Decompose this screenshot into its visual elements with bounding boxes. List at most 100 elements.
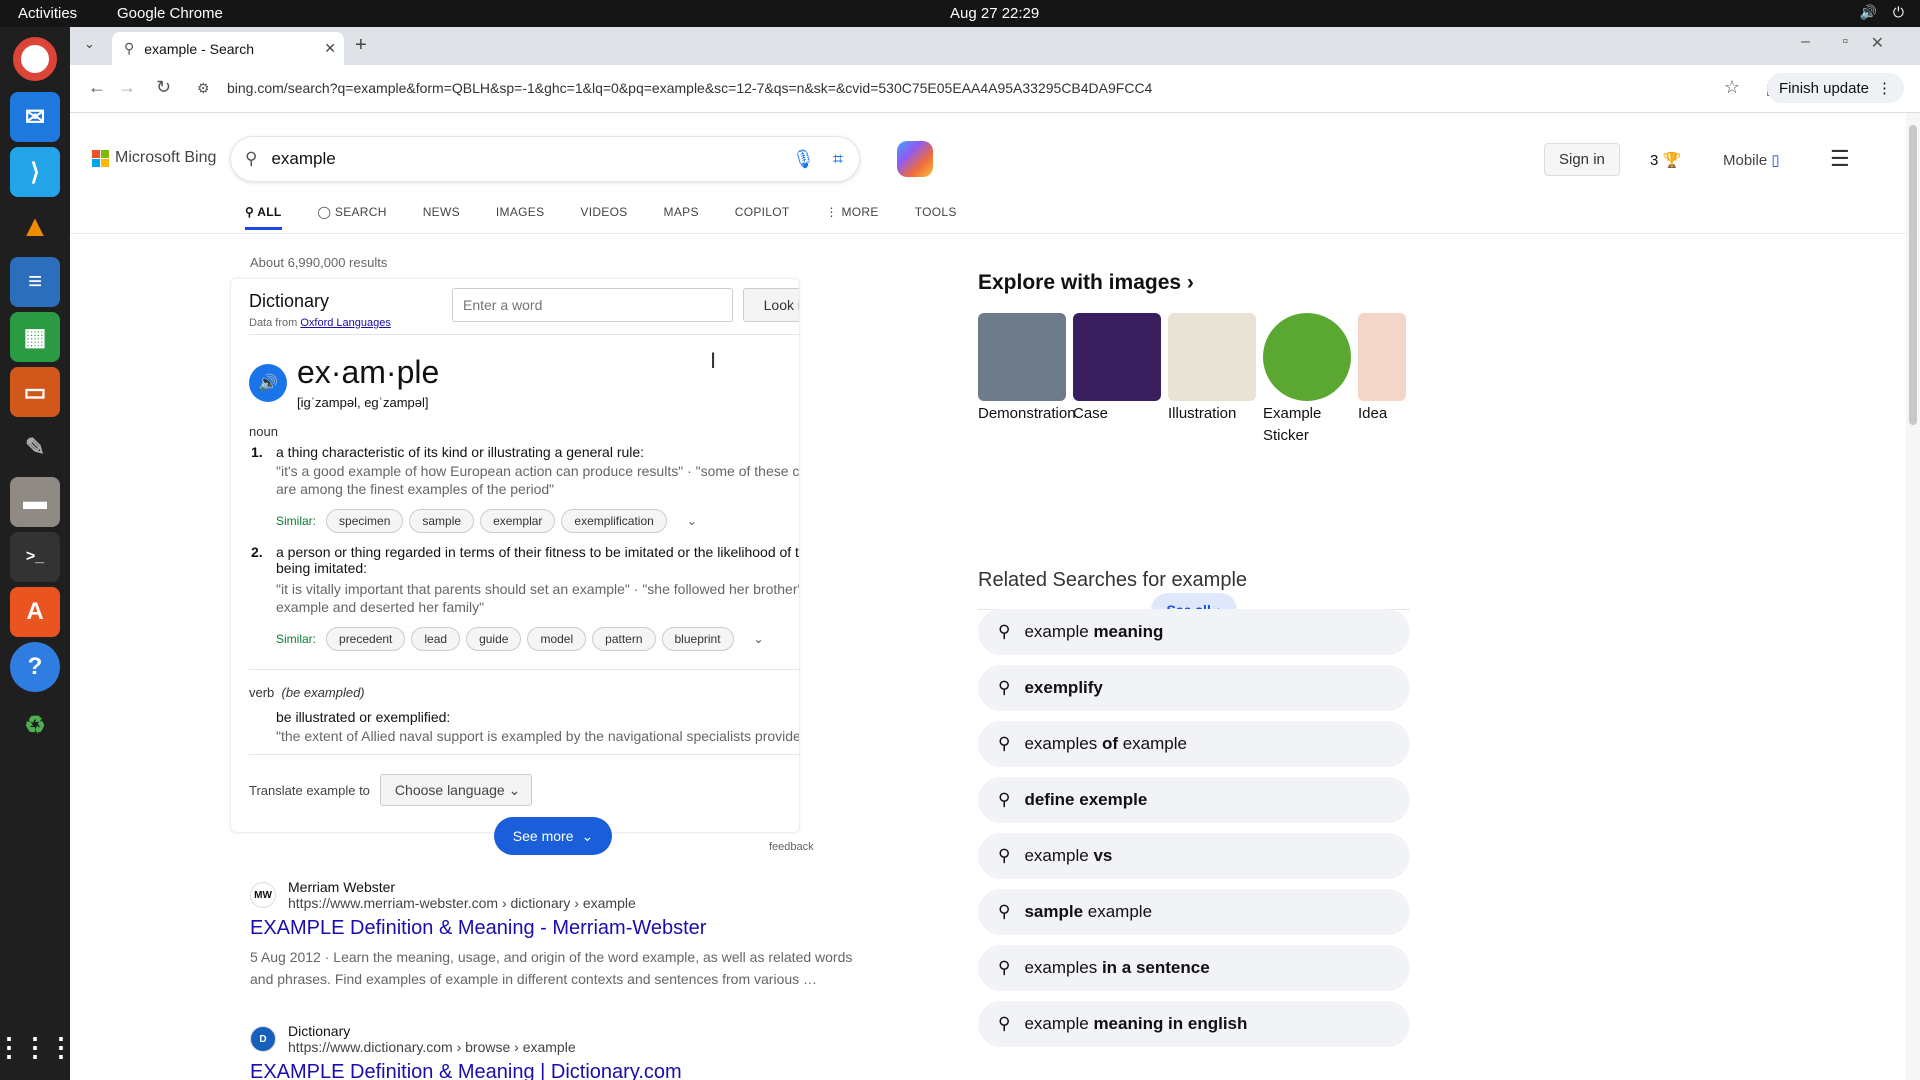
chevron-down-icon[interactable]: ⌄ [687, 514, 697, 528]
chrome-icon[interactable] [13, 37, 57, 81]
image-tile[interactable]: Illustration [1168, 313, 1256, 447]
finish-update-button[interactable]: Finish update ⋮ [1766, 73, 1904, 103]
thunderbird-icon[interactable]: ✉ [10, 92, 60, 142]
similar-chip[interactable]: exemplification [561, 509, 667, 533]
sign-in-button[interactable]: Sign in [1544, 143, 1620, 176]
tab-videos[interactable]: VIDEOS [580, 205, 627, 230]
bookmark-star-icon[interactable]: ☆ [1724, 77, 1740, 98]
search-input[interactable]: example [271, 149, 335, 169]
gimp-icon[interactable]: ✎ [10, 422, 60, 472]
files-icon[interactable]: ▬ [10, 477, 60, 527]
new-tab-icon[interactable]: + [355, 34, 367, 57]
site-info-icon[interactable]: ⚙ [197, 80, 210, 97]
similar-chip[interactable]: precedent [326, 627, 406, 651]
similar-chip[interactable]: guide [466, 627, 522, 651]
tab-tools[interactable]: TOOLS [915, 205, 957, 230]
reload-icon[interactable]: ↻ [156, 77, 171, 98]
similar-chip[interactable]: pattern [592, 627, 656, 651]
similar-chip[interactable]: exemplar [480, 509, 556, 533]
microphone-icon[interactable]: 🎙 [792, 149, 815, 170]
tab-images[interactable]: IMAGES [496, 205, 544, 230]
copilot-icon[interactable] [897, 141, 933, 177]
related-search-item[interactable]: ⚲ define exemple [978, 777, 1410, 823]
writer-icon[interactable]: ≡ [10, 257, 60, 307]
result-title-link[interactable]: EXAMPLE Definition & Meaning - Merriam-W… [250, 917, 870, 940]
see-more-button[interactable]: See more ⌄ [494, 817, 612, 855]
related-search-item[interactable]: ⚲ example meaning [978, 609, 1410, 655]
calc-icon[interactable]: ▦ [10, 312, 60, 362]
word-input[interactable] [452, 288, 733, 322]
image-tile[interactable]: Demonstration [978, 313, 1076, 447]
tab-news[interactable]: NEWS [423, 205, 460, 230]
related-search-item[interactable]: ⚲ example vs [978, 833, 1410, 879]
explore-images-panel: Explore with images › Demonstration Case… [978, 271, 1418, 627]
related-search-item[interactable]: ⚲ examples in a sentence [978, 945, 1410, 991]
help-icon[interactable]: ? [10, 642, 60, 692]
close-window-icon[interactable]: ✕ [1871, 33, 1884, 53]
similar-chip[interactable]: specimen [326, 509, 404, 533]
result-title-link[interactable]: EXAMPLE Definition & Meaning | Dictionar… [250, 1061, 870, 1080]
address-bar[interactable]: bing.com/search?q=example&form=QBLH&sp=-… [227, 80, 1152, 96]
back-icon[interactable]: ← [88, 77, 106, 98]
image-tile[interactable]: Idea [1358, 313, 1406, 447]
bing-logo[interactable]: Microsoft Bing [92, 149, 216, 167]
tab-more[interactable]: ⋮ MORE [826, 205, 879, 230]
tab-all[interactable]: ⚲ ALL [245, 205, 282, 230]
result-url[interactable]: https://www.dictionary.com › browse › ex… [288, 1039, 576, 1055]
forward-icon[interactable]: → [118, 77, 136, 98]
activities-button[interactable]: Activities [18, 5, 77, 22]
search-box[interactable]: ⚲ example 🎙 ⌗ [230, 136, 860, 182]
impress-icon[interactable]: ▭ [10, 367, 60, 417]
related-search-item[interactable]: ⚲ exemplify [978, 665, 1410, 711]
tab-copilot[interactable]: COPILOT [735, 205, 790, 230]
similar-chip[interactable]: lead [411, 627, 461, 651]
look-it-up-button[interactable]: Look it up [743, 288, 799, 322]
related-search-item[interactable]: ⚲ sample example [978, 889, 1410, 935]
divider [70, 233, 1906, 234]
maximize-icon[interactable]: ▫ [1842, 33, 1848, 51]
vscode-icon[interactable]: ⟩ [10, 147, 60, 197]
similar-chip[interactable]: blueprint [661, 627, 734, 651]
power-icon[interactable]: ⏻ [1893, 4, 1904, 21]
tab-list-icon[interactable]: ⌄ [84, 36, 95, 52]
scrollbar-thumb[interactable] [1909, 125, 1917, 425]
feedback-link[interactable]: feedback [769, 841, 814, 853]
menu-icon[interactable]: ☰ [1830, 146, 1850, 172]
tab-active[interactable]: ⚲ example - Search ✕ [112, 32, 344, 65]
language-select[interactable]: Choose language ⌄ [379, 774, 532, 806]
volume-icon[interactable]: 🔊 [1859, 4, 1876, 21]
close-tab-icon[interactable]: ✕ [324, 40, 336, 57]
speaker-icon[interactable]: 🔊 [249, 364, 287, 402]
system-tray[interactable]: 🔊 ⏻ [1859, 4, 1904, 21]
app-center-icon[interactable]: A [10, 587, 60, 637]
image-thumbnail [978, 313, 1066, 401]
terminal-icon[interactable]: >_ [10, 532, 60, 582]
related-search-item[interactable]: ⚲ example meaning in english [978, 1001, 1410, 1047]
related-search-item[interactable]: ⚲ examples of example [978, 721, 1410, 767]
trash-icon[interactable]: ♻ [10, 700, 60, 750]
image-tile[interactable]: Case [1073, 313, 1161, 447]
page-scrollbar[interactable] [1906, 113, 1920, 1080]
rewards-badge[interactable]: 3 🏆 [1650, 151, 1681, 169]
chevron-down-icon: ⌄ [581, 827, 594, 844]
mobile-link[interactable]: Mobile ▯ [1723, 151, 1780, 169]
image-strip: Demonstration Case Illustration Example … [978, 313, 1406, 447]
vlc-icon[interactable]: ▲ [10, 202, 60, 252]
chevron-down-icon[interactable]: ⌄ [754, 632, 764, 646]
show-apps-icon[interactable]: ⋮⋮⋮ [0, 1022, 74, 1072]
tab-search[interactable]: ◯ SEARCH [318, 205, 387, 230]
image-tile[interactable]: Example Sticker [1263, 313, 1351, 447]
active-app-label[interactable]: Google Chrome [117, 5, 223, 22]
oxford-link[interactable]: Oxford Languages [300, 317, 391, 329]
headword: ex·am·ple [297, 354, 440, 390]
tab-maps[interactable]: MAPS [664, 205, 699, 230]
search-icon: ⚲ [998, 958, 1011, 977]
minimize-icon[interactable]: – [1801, 33, 1810, 51]
clock[interactable]: Aug 27 22:29 [950, 5, 1039, 22]
similar-chip[interactable]: sample [409, 509, 475, 533]
search-tabs: ⚲ ALL ◯ SEARCH NEWS IMAGES VIDEOS MAPS C… [245, 205, 993, 230]
explore-title[interactable]: Explore with images › [978, 271, 1418, 295]
result-url[interactable]: https://www.merriam-webster.com › dictio… [288, 895, 636, 911]
similar-chip[interactable]: model [527, 627, 587, 651]
visual-search-icon[interactable]: ⌗ [833, 149, 843, 170]
